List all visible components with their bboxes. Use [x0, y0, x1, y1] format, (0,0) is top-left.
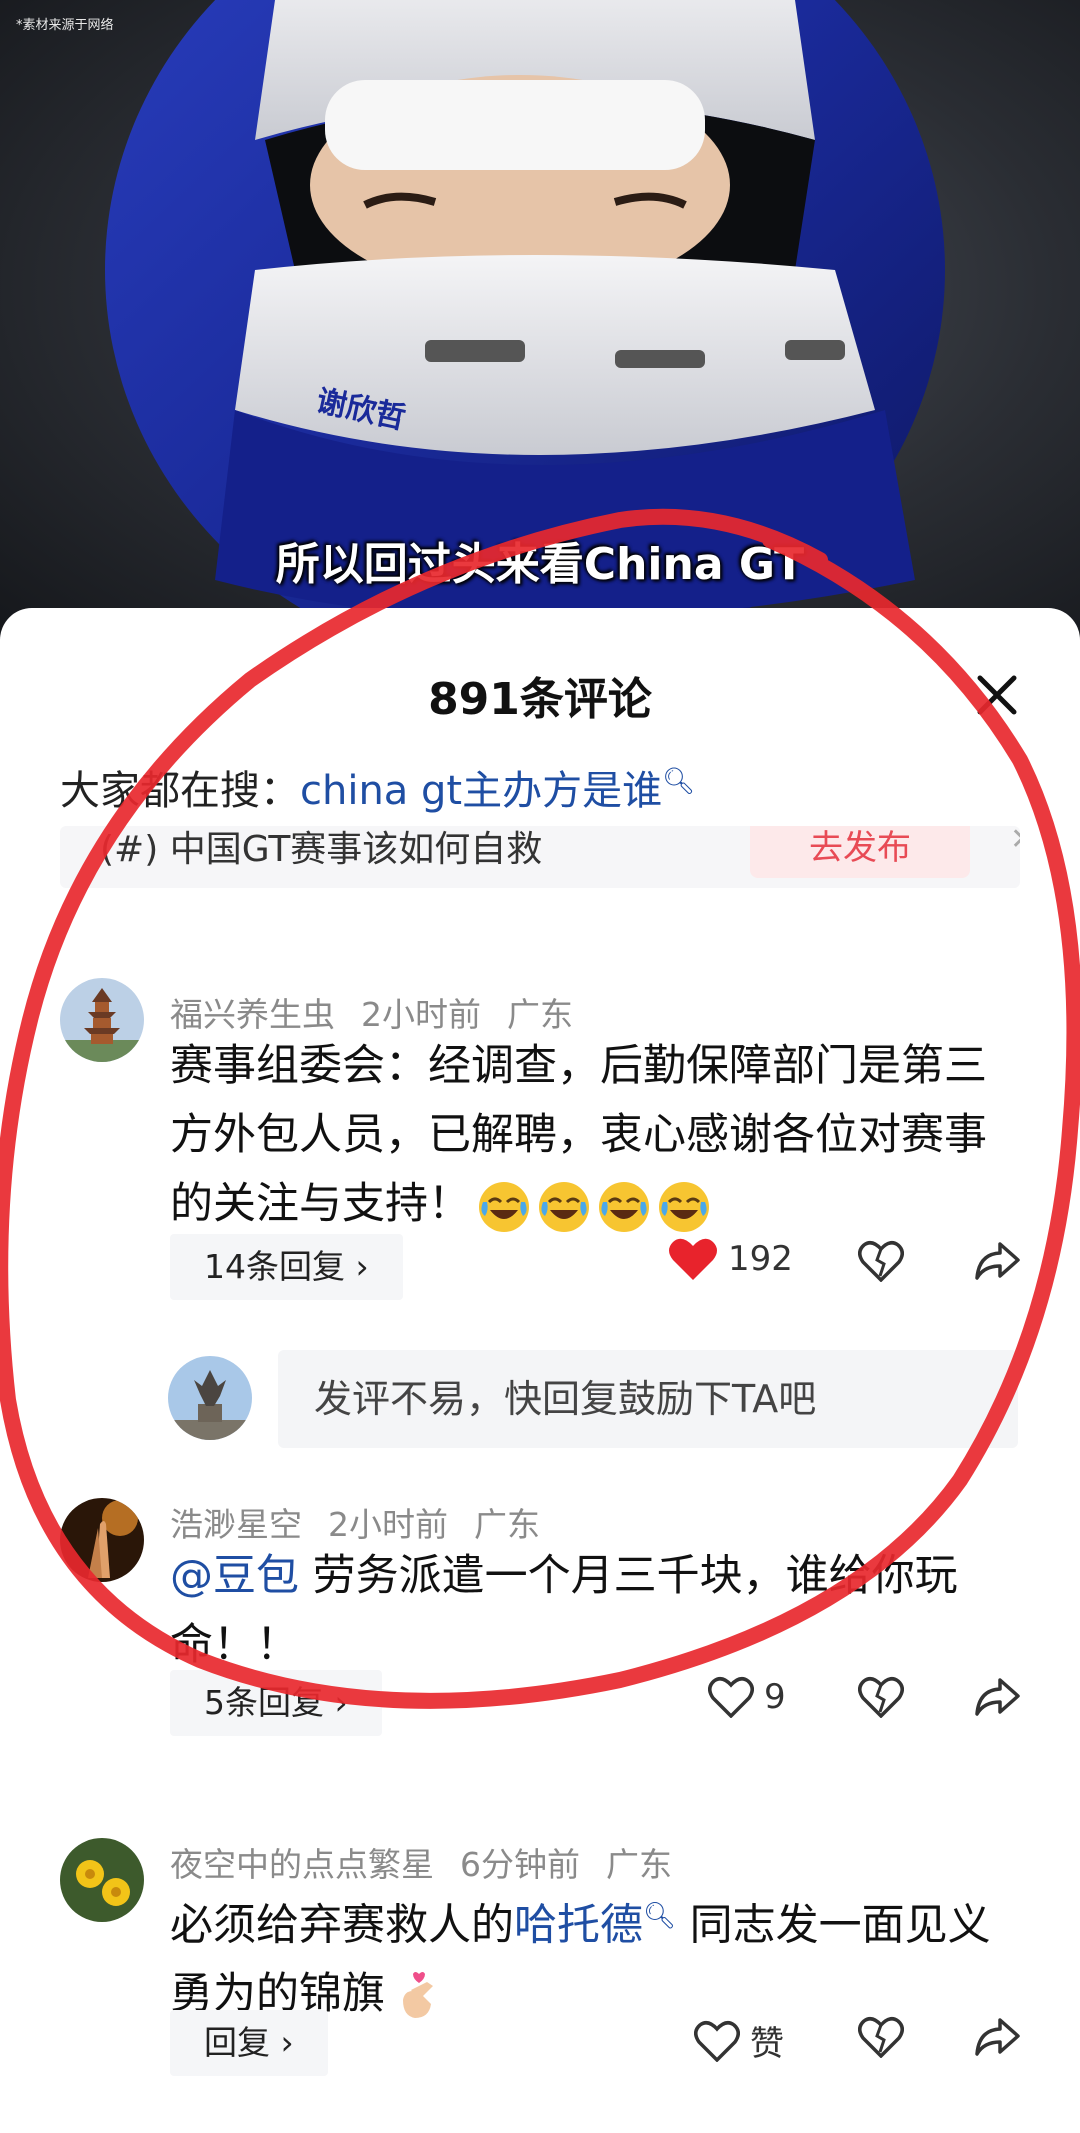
close-icon[interactable] — [970, 668, 1024, 722]
comment-time: 2小时前 — [328, 1505, 448, 1544]
topic-text: 中国GT赛事该如何自救 — [169, 829, 543, 870]
dismiss-icon[interactable]: ✕ — [1010, 826, 1020, 857]
comment-meta: 福兴养生虫 2小时前 广东 — [170, 988, 599, 1036]
avatar[interactable] — [60, 1838, 144, 1922]
comment-text-content: 必须给弃赛救人的 — [170, 1900, 514, 1951]
comment-text: 赛事组委会：经调查，后勤保障部门是第三方外包人员，已解聘，衷心感谢各位对赛事的关… — [170, 1032, 1010, 1239]
comment-meta: 浩渺星空 2小时前 广东 — [170, 1498, 566, 1546]
pagoda-avatar-icon — [60, 978, 144, 1062]
laugh-cry-emoji-icon — [479, 1181, 529, 1232]
publish-button[interactable]: 去发布 — [750, 826, 970, 878]
dislike-heart-icon[interactable] — [858, 1676, 904, 1718]
hashtag-icon: (#) — [100, 829, 170, 870]
heart-outline-icon — [694, 2020, 740, 2062]
view-replies-button[interactable]: 5条回复 › — [170, 1670, 382, 1736]
like-button[interactable]: 9 — [708, 1676, 786, 1718]
comment-text: @豆包 劳务派遣一个月三千块，谁给你玩命！！ — [170, 1542, 1010, 1680]
dislike-heart-icon[interactable] — [858, 2016, 904, 2058]
search-icon: 🔍︎ — [643, 1901, 677, 1931]
like-count: 9 — [764, 1677, 786, 1717]
finger-heart-emoji-icon — [403, 1971, 433, 2018]
topic-bar[interactable]: (#) 中国GT赛事该如何自救 去发布 ✕ — [60, 826, 1020, 888]
comment-text: 必须给弃赛救人的哈托德🔍︎ 同志发一面见义勇为的锦旗 — [170, 1882, 1010, 2029]
search-link[interactable]: 哈托德 — [514, 1900, 643, 1950]
comment-location: 广东 — [474, 1505, 540, 1544]
dislike-heart-icon[interactable] — [858, 1240, 904, 1282]
heart-outline-icon — [708, 1677, 754, 1718]
my-avatar — [168, 1356, 252, 1440]
statue-avatar-icon — [168, 1356, 252, 1440]
comment-meta: 夜空中的点点繁星 6分钟前 广东 — [170, 1838, 698, 1886]
laugh-cry-emoji-icon — [599, 1181, 649, 1232]
heart-filled-icon — [669, 1238, 717, 1280]
comment-count-title: 891条评论 — [428, 674, 652, 725]
like-count: 赞 — [750, 2024, 784, 2064]
video-player[interactable]: 谢欣哲 *素材来源于网络 所以回过头来看China GT — [0, 0, 1080, 640]
hot-search[interactable]: 大家都在搜：china gt主办方是谁🔍︎ — [60, 758, 695, 816]
mention-link[interactable]: @豆包 — [170, 1551, 299, 1601]
comment-location: 广东 — [507, 995, 573, 1034]
praying-hands-avatar-icon — [60, 1498, 144, 1582]
avatar[interactable] — [60, 1498, 144, 1582]
hot-search-query[interactable]: china gt主办方是谁 — [300, 768, 662, 814]
share-icon[interactable] — [974, 1676, 1020, 1718]
source-note: *素材来源于网络 — [16, 18, 114, 33]
share-icon[interactable] — [974, 2016, 1020, 2058]
comment-sheet: 891条评论 大家都在搜：china gt主办方是谁🔍︎ (#) 中国GT赛事该… — [0, 608, 1080, 2133]
search-icon: 🔍︎ — [662, 766, 696, 797]
comment-time: 6分钟前 — [460, 1845, 580, 1884]
username[interactable]: 福兴养生虫 — [170, 995, 335, 1034]
share-icon[interactable] — [974, 1240, 1020, 1282]
topic-tag: (#) 中国GT赛事该如何自救 — [100, 826, 542, 872]
avatar[interactable] — [60, 978, 144, 1062]
comment-location: 广东 — [606, 1845, 672, 1884]
username[interactable]: 浩渺星空 — [170, 1505, 302, 1544]
view-replies-button[interactable]: 14条回复 › — [170, 1234, 403, 1300]
video-subtitle: 所以回过头来看China GT — [275, 539, 805, 590]
like-button[interactable]: 192 — [668, 1236, 793, 1282]
hot-search-label: 大家都在搜： — [60, 768, 300, 814]
laugh-cry-emoji-icon — [659, 1181, 709, 1232]
like-count: 192 — [728, 1239, 793, 1279]
view-replies-button[interactable]: 回复 › — [170, 2010, 328, 2076]
like-button[interactable]: 赞 — [694, 2016, 784, 2065]
comment-time: 2小时前 — [361, 995, 481, 1034]
laugh-cry-emoji-icon — [539, 1181, 589, 1232]
username[interactable]: 夜空中的点点繁星 — [170, 1845, 434, 1884]
reply-input[interactable]: 发评不易，快回复鼓励下TA吧 — [278, 1350, 1018, 1448]
yellow-flower-avatar-icon — [60, 1838, 144, 1922]
